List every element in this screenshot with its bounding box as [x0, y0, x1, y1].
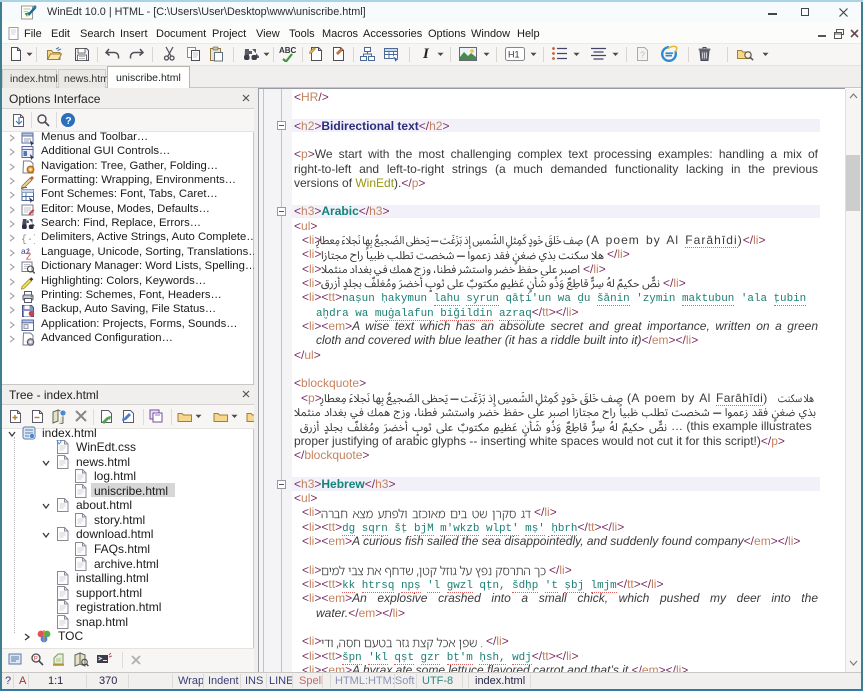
svg-text:{·}: {·} [21, 234, 35, 246]
svg-text:?: ? [640, 50, 645, 60]
svg-text:ABC: ABC [279, 46, 297, 55]
svg-text:P: P [34, 657, 38, 663]
svg-text:H1: H1 [508, 50, 520, 60]
svg-text:?: ? [65, 115, 71, 127]
